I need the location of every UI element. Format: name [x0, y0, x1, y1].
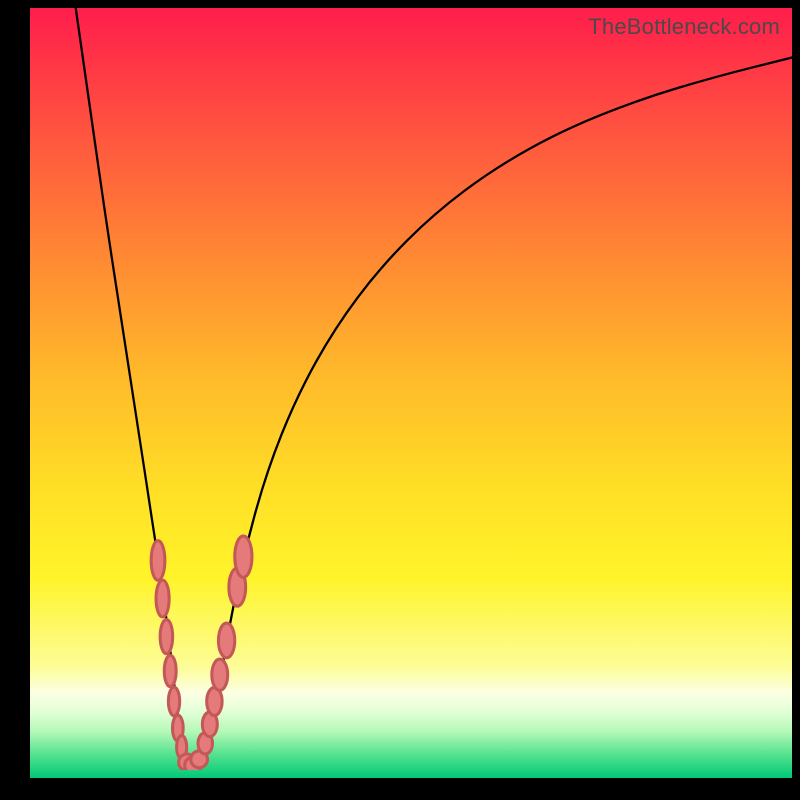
- curve-marker: [168, 687, 179, 716]
- bottleneck-curve: [76, 8, 792, 765]
- curve-marker: [235, 536, 252, 577]
- curve-marker: [218, 623, 234, 658]
- curve-markers: [151, 536, 252, 770]
- chart-frame: TheBottleneck.com: [0, 0, 800, 800]
- curve-marker: [151, 541, 165, 581]
- plot-area: TheBottleneck.com: [30, 8, 792, 778]
- curve-marker: [164, 655, 176, 686]
- curve-marker: [156, 580, 169, 617]
- curve-layer: [30, 8, 792, 770]
- curve-marker: [212, 659, 228, 690]
- curve-marker: [160, 620, 172, 654]
